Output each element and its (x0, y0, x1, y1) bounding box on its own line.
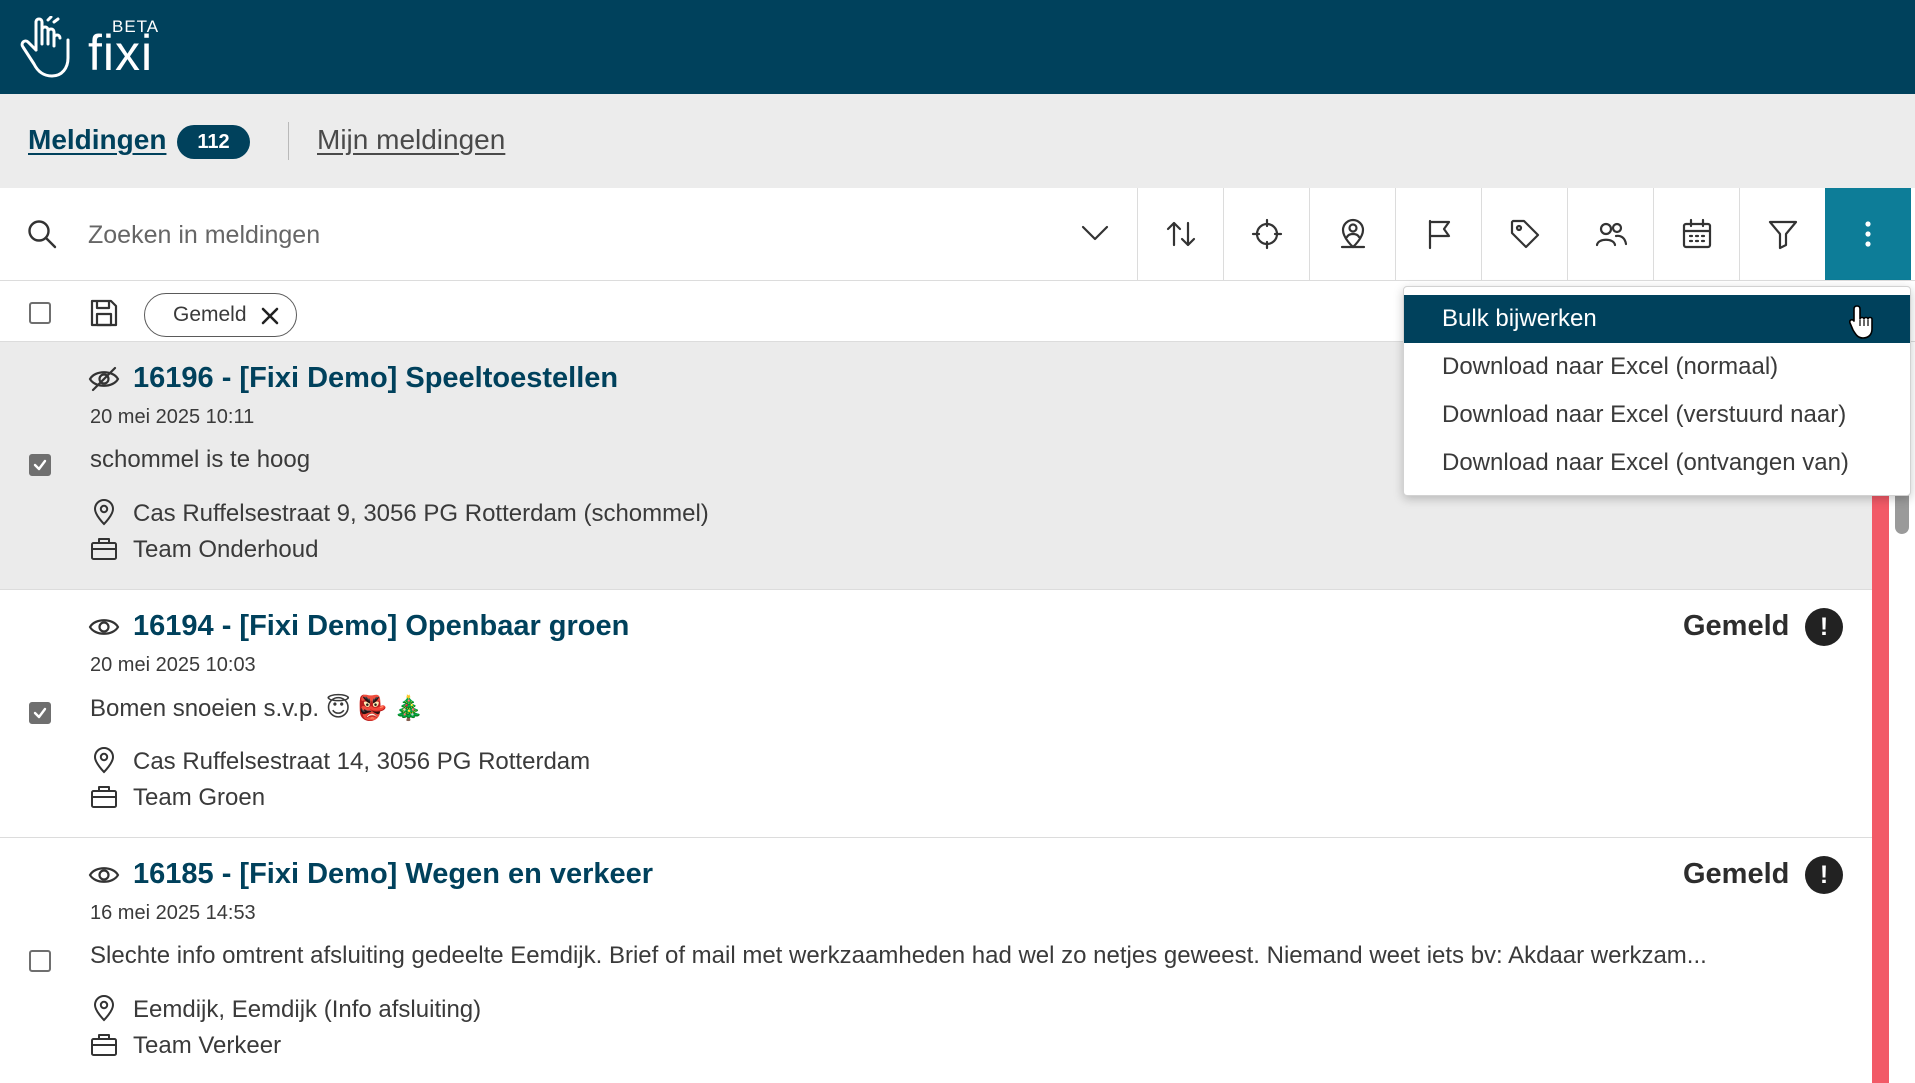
sort-button[interactable] (1137, 188, 1223, 280)
eye-icon (88, 867, 120, 883)
status-label: Gemeld (1683, 858, 1790, 890)
users-icon (1595, 222, 1627, 247)
item-title[interactable]: 16194 - [Fixi Demo] Openbaar groen (133, 610, 629, 643)
priority-alert-icon: ! (1805, 856, 1843, 894)
item-checkbox[interactable] (29, 454, 51, 476)
item-date: 20 mei 2025 10:03 (90, 654, 256, 676)
more-actions-menu: Bulk bijwerken Download naar Excel (norm… (1403, 286, 1911, 496)
tag-button[interactable] (1481, 188, 1567, 280)
item-description: Slechte info omtrent afsluiting gedeelte… (90, 942, 1707, 969)
locate-button[interactable] (1223, 188, 1309, 280)
location-person-icon (1340, 218, 1365, 249)
team-inbox-icon (91, 1034, 117, 1056)
location-pin-icon (93, 995, 115, 1022)
calendar-icon (1682, 218, 1711, 249)
team-inbox-icon (91, 538, 117, 560)
item-title[interactable]: 16185 - [Fixi Demo] Wegen en verkeer (133, 858, 653, 891)
item-location: Cas Ruffelsestraat 14, 3056 PG Rotterdam (133, 748, 591, 775)
app-root: BETA fixi Meldingen 112 Mijn meldingen Z… (0, 0, 1915, 1083)
item-team: Team Onderhoud (133, 536, 319, 563)
chevron-down-icon[interactable] (1078, 216, 1112, 250)
area-button[interactable] (1309, 188, 1395, 280)
filter-chip-gemeld[interactable]: Gemeld (144, 293, 297, 337)
users-button[interactable] (1567, 188, 1653, 280)
item-checkbox[interactable] (29, 702, 51, 724)
item-location: Cas Ruffelsestraat 9, 3056 PG Rotterdam … (133, 500, 709, 527)
close-icon[interactable] (260, 306, 280, 326)
hand-pointer-cursor-icon (1849, 305, 1873, 339)
save-icon[interactable] (88, 297, 120, 329)
beta-badge: BETA (112, 17, 160, 36)
item-team: Team Groen (133, 784, 266, 811)
location-pin-icon (93, 747, 115, 774)
more-actions-button[interactable] (1825, 188, 1911, 280)
item-checkbox[interactable] (29, 950, 51, 972)
filter-icon (1768, 220, 1797, 250)
top-bar: BETA fixi (0, 0, 1915, 94)
meldingen-count-badge: 112 (177, 125, 250, 159)
team-inbox-icon (91, 786, 117, 808)
filter-chip-label: Gemeld (173, 303, 247, 326)
logo-wordmark: BETA fixi (88, 18, 158, 81)
item-date: 16 mei 2025 14:53 (90, 902, 256, 924)
logo[interactable]: BETA fixi (16, 12, 158, 81)
menu-item-bulk-bijwerken[interactable]: Bulk bijwerken (1404, 295, 1910, 343)
search-toolbar (0, 188, 1915, 281)
tabs-bar: Meldingen 112 Mijn meldingen (0, 94, 1915, 188)
list-item[interactable]: 16194 - [Fixi Demo] Openbaar groen Gemel… (0, 590, 1872, 838)
item-date: 20 mei 2025 10:11 (90, 406, 255, 428)
item-description: schommel is te hoog (90, 446, 311, 473)
menu-item-download-excel-normaal[interactable]: Download naar Excel (normaal) (1404, 343, 1910, 391)
flag-icon (1428, 219, 1450, 250)
location-pin-icon (93, 499, 115, 526)
menu-item-download-excel-verstuurd[interactable]: Download naar Excel (verstuurd naar) (1404, 391, 1910, 439)
tab-meldingen[interactable]: Meldingen (28, 124, 166, 156)
status-label: Gemeld (1683, 610, 1790, 642)
item-title[interactable]: 16196 - [Fixi Demo] Speeltoestellen (133, 362, 618, 395)
eye-icon (88, 619, 120, 635)
tab-mijn-meldingen[interactable]: Mijn meldingen (317, 124, 505, 156)
tab-divider (288, 122, 289, 160)
hand-logo-icon (20, 16, 70, 78)
select-all-checkbox[interactable] (29, 302, 51, 324)
more-vertical-icon (1865, 221, 1871, 247)
flag-button[interactable] (1395, 188, 1481, 280)
menu-item-download-excel-ontvangen[interactable]: Download naar Excel (ontvangen van) (1404, 439, 1910, 487)
search-input[interactable] (88, 212, 1048, 258)
tag-icon (1510, 219, 1539, 249)
priority-alert-icon: ! (1805, 608, 1843, 646)
list-item[interactable]: 16185 - [Fixi Demo] Wegen en verkeer Gem… (0, 838, 1872, 1083)
filter-button[interactable] (1739, 188, 1825, 280)
sort-icon (1166, 221, 1195, 247)
date-button[interactable] (1653, 188, 1739, 280)
crosshair-icon (1251, 218, 1282, 250)
item-location: Eemdijk, Eemdijk (Info afsluiting) (133, 996, 482, 1023)
eye-off-icon (88, 366, 120, 392)
item-description: Bomen snoeien s.v.p. 😇 👺 🎄 (90, 695, 424, 722)
item-team: Team Verkeer (133, 1032, 282, 1059)
search-icon (28, 220, 57, 249)
